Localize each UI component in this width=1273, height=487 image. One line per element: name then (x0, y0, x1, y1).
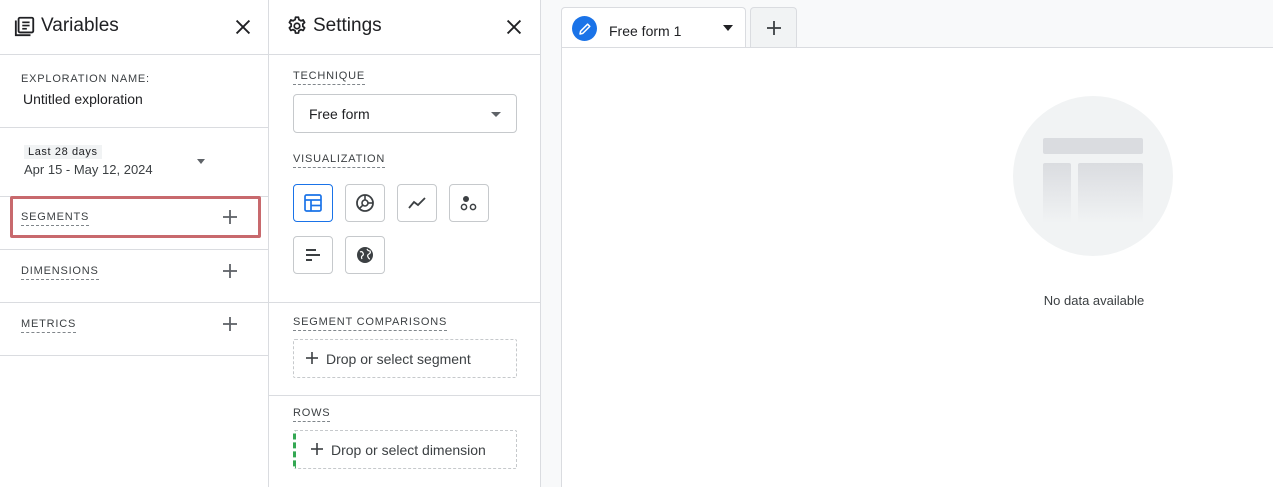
settings-panel: Settings TECHNIQUE Free form VISUALIZATI… (269, 0, 541, 487)
variables-header: Variables (0, 0, 268, 55)
gear-icon (288, 16, 306, 34)
tab-label: Free form 1 (609, 23, 682, 39)
tab-menu-chevron-icon[interactable] (723, 25, 733, 31)
rows-drop-zone[interactable]: Drop or select dimension (293, 430, 517, 469)
settings-divider (269, 302, 540, 303)
dimensions-row: DIMENSIONS (0, 250, 268, 303)
chevron-down-icon (491, 112, 501, 117)
no-data-message: No data available (1043, 293, 1145, 308)
dimensions-label: DIMENSIONS (21, 265, 99, 280)
table-icon (304, 194, 322, 212)
rows-drop-text: Drop or select dimension (331, 442, 486, 458)
plus-icon (306, 352, 318, 364)
segment-comparisons-label: SEGMENT COMPARISONS (293, 316, 448, 331)
variables-list-icon (14, 16, 35, 37)
date-range-text: Apr 15 - May 12, 2024 (24, 162, 153, 177)
plus-icon (766, 21, 781, 35)
date-preset-chip: Last 28 days (24, 145, 102, 159)
close-variables-icon[interactable] (232, 16, 254, 38)
metrics-row: METRICS (0, 303, 268, 356)
exploration-name-section: EXPLORATION NAME: Untitled exploration (0, 55, 268, 128)
rows-label: ROWS (293, 407, 331, 422)
scatter-viz-button[interactable] (449, 184, 489, 222)
settings-divider (269, 395, 540, 396)
add-tab-button[interactable] (750, 7, 797, 48)
line-chart-icon (408, 197, 426, 209)
empty-table-illustration (1013, 96, 1173, 256)
segments-label: SEGMENTS (21, 211, 90, 226)
table-viz-button[interactable] (293, 184, 333, 222)
segment-drop-text: Drop or select segment (326, 351, 471, 367)
technique-value: Free form (309, 106, 370, 122)
donut-chart-icon (356, 194, 374, 212)
settings-title: Settings (313, 15, 382, 36)
date-range-picker[interactable]: Last 28 days Apr 15 - May 12, 2024 (0, 128, 268, 197)
scatter-plot-icon (460, 196, 477, 211)
add-metric-icon[interactable] (220, 314, 240, 334)
exploration-canvas: Free form 1 No data available (541, 0, 1273, 487)
canvas-body: No data available (561, 47, 1273, 487)
bar-chart-icon (306, 249, 320, 261)
exploration-name-input[interactable]: Untitled exploration (23, 91, 143, 107)
visualization-label: VISUALIZATION (293, 153, 386, 168)
geo-map-icon (357, 247, 373, 263)
geo-viz-button[interactable] (345, 236, 385, 274)
add-segment-icon[interactable] (220, 207, 240, 227)
technique-label: TECHNIQUE (293, 70, 365, 85)
add-dimension-icon[interactable] (220, 261, 240, 281)
line-viz-button[interactable] (397, 184, 437, 222)
exploration-name-label: EXPLORATION NAME: (21, 73, 150, 85)
segments-row: SEGMENTS (0, 197, 268, 250)
variables-panel: Variables EXPLORATION NAME: Untitled exp… (0, 0, 269, 487)
plus-icon (311, 443, 323, 455)
donut-viz-button[interactable] (345, 184, 385, 222)
close-settings-icon[interactable] (503, 16, 525, 38)
tab-free-form-1[interactable]: Free form 1 (561, 7, 746, 48)
segment-drop-zone[interactable]: Drop or select segment (293, 339, 517, 378)
settings-header: Settings (269, 0, 540, 55)
metrics-label: METRICS (21, 318, 77, 333)
edit-pencil-icon[interactable] (572, 16, 597, 41)
bar-viz-button[interactable] (293, 236, 333, 274)
chevron-down-icon[interactable] (197, 159, 205, 164)
technique-select[interactable]: Free form (293, 94, 517, 133)
variables-title: Variables (41, 15, 119, 36)
